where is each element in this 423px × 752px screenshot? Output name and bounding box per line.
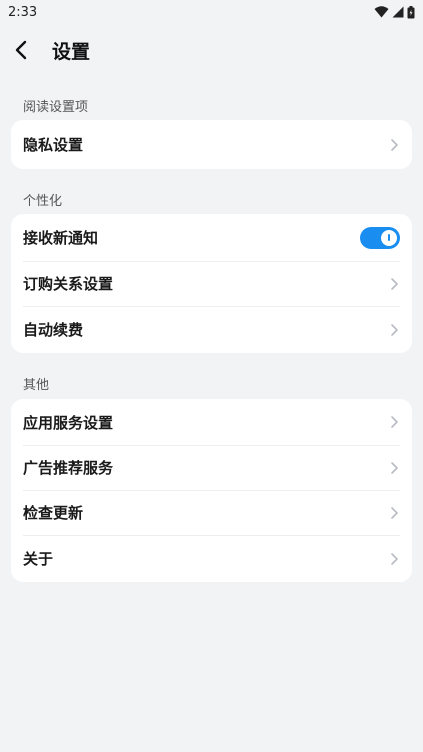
row-subscription-settings[interactable]: 订购关系设置 <box>11 261 412 306</box>
row-label: 广告推荐服务 <box>23 459 114 477</box>
row-label: 订购关系设置 <box>23 275 114 293</box>
row-label: 应用服务设置 <box>23 413 114 432</box>
page-title: 设置 <box>52 40 91 63</box>
wifi-icon <box>374 6 389 18</box>
chevron-right-icon <box>390 552 400 566</box>
row-about[interactable]: 关于 <box>11 535 412 582</box>
row-privacy-settings[interactable]: 隐私设置 <box>11 120 412 169</box>
status-icons <box>374 5 415 19</box>
row-auto-renewal[interactable]: 自动续费 <box>11 306 412 353</box>
row-check-update[interactable]: 检查更新 <box>11 490 412 535</box>
chevron-right-icon <box>390 138 400 152</box>
card-personalization: 接收新通知 订购关系设置 自动续费 <box>11 214 412 353</box>
row-label: 自动续费 <box>23 321 84 339</box>
section-label-reading: 阅读设置项 <box>23 100 89 115</box>
row-label: 接收新通知 <box>23 229 99 247</box>
card-other: 应用服务设置 广告推荐服务 检查更新 关于 <box>11 399 412 582</box>
section-label-other: 其他 <box>23 378 50 393</box>
chevron-left-icon <box>15 40 27 60</box>
row-app-service-settings[interactable]: 应用服务设置 <box>11 399 412 445</box>
battery-icon <box>407 5 415 18</box>
row-label: 隐私设置 <box>23 136 84 154</box>
status-time: 2:33 <box>8 4 38 20</box>
chevron-right-icon <box>390 277 400 291</box>
signal-icon <box>392 6 404 18</box>
notification-toggle[interactable] <box>360 226 400 249</box>
app-header: 设置 <box>0 30 423 70</box>
row-label: 关于 <box>23 550 54 568</box>
chevron-right-icon <box>390 323 400 337</box>
section-label-personalization: 个性化 <box>23 194 63 209</box>
chevron-right-icon <box>390 506 400 520</box>
chevron-right-icon <box>390 415 400 429</box>
row-label: 检查更新 <box>23 504 84 522</box>
row-ad-recommendation[interactable]: 广告推荐服务 <box>11 445 412 490</box>
card-reading: 隐私设置 <box>11 120 412 169</box>
toggle-knob <box>381 229 397 246</box>
chevron-right-icon <box>390 461 400 475</box>
status-bar: 2:33 <box>0 0 423 24</box>
row-receive-notifications[interactable]: 接收新通知 <box>11 214 412 261</box>
